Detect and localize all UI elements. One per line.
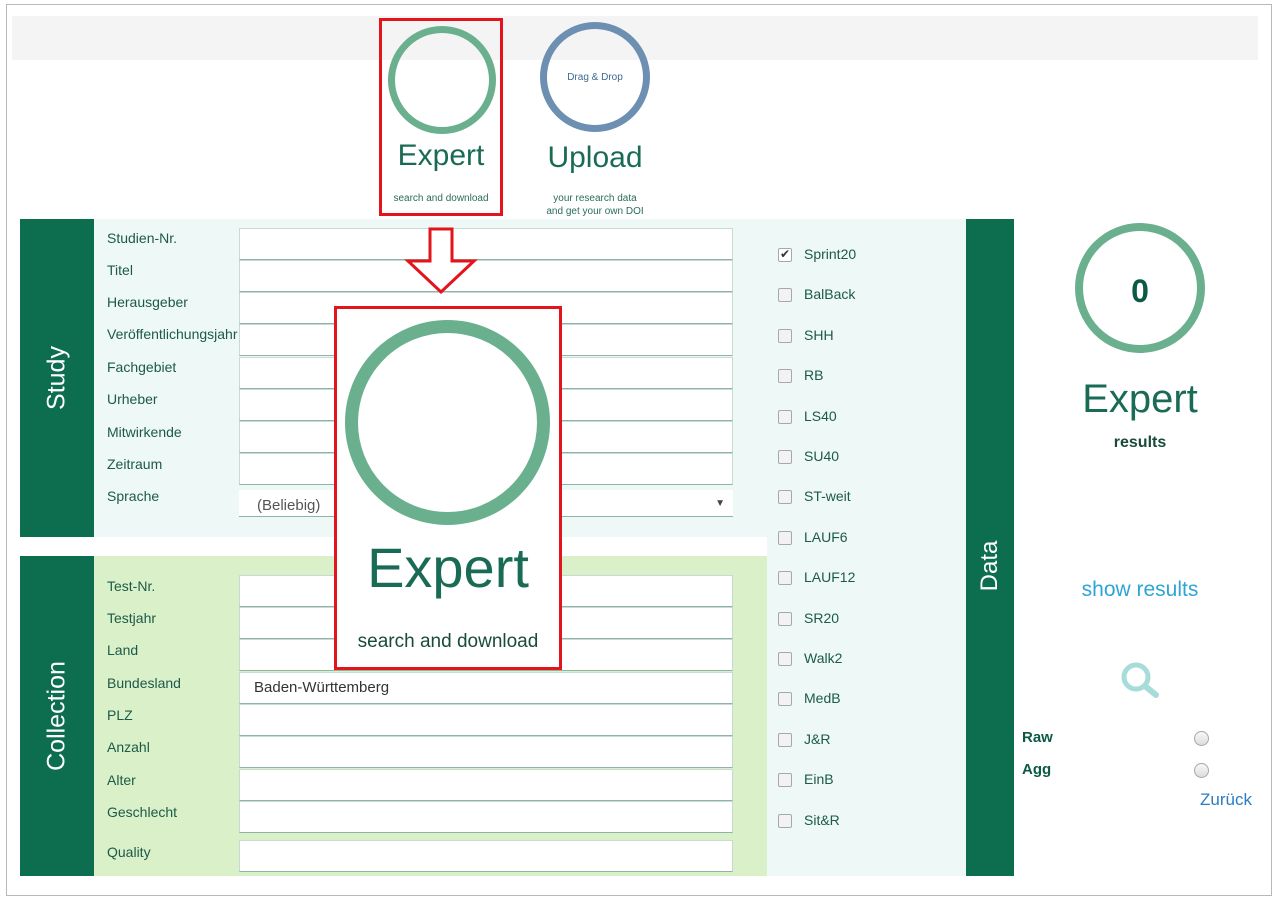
results-title: Expert (1082, 377, 1198, 421)
field-label-land: Land (107, 642, 139, 658)
field-label-anzahl: Anzahl (107, 739, 150, 755)
sprache-selected-value: (Beliebig) (257, 497, 321, 514)
expert-zoom-title: Expert (367, 536, 529, 599)
field-label-fachgebiet: Fachgebiet (107, 359, 177, 375)
collection-tab: Collection (20, 556, 94, 876)
field-label-alter: Alter (107, 772, 136, 788)
test-checkbox[interactable] (778, 410, 792, 424)
bundesland-input[interactable]: Baden-Württemberg (239, 672, 733, 704)
test-label: LAUF12 (804, 569, 856, 585)
test-checkbox[interactable] (778, 247, 792, 262)
agg-label: Agg (1022, 761, 1052, 778)
field-label-herausgeber: Herausgeber (107, 294, 188, 310)
raw-label: Raw (1022, 729, 1053, 746)
field-label-test-nr: Test-Nr. (107, 578, 156, 594)
search-icon[interactable] (1118, 660, 1164, 700)
test-label: Sit&R (804, 812, 840, 828)
test-checkbox[interactable] (778, 288, 792, 302)
chevron-down-icon: ▼ (715, 498, 725, 509)
expert-zoom-callout: Expert search and download (334, 306, 562, 670)
field-label-quality: Quality (107, 844, 151, 860)
expert-zoom-subtitle: search and download (357, 631, 539, 652)
test-label: EinB (804, 771, 834, 787)
field-label-urheber: Urheber (107, 391, 158, 407)
show-results-link[interactable]: show results (1060, 578, 1220, 602)
agg-format-option[interactable]: Agg (1022, 761, 1222, 783)
test-checkbox[interactable] (778, 450, 792, 464)
test-checkbox[interactable] (778, 652, 792, 666)
back-link[interactable]: Zurück (1200, 790, 1252, 810)
collection-tab-label: Collection (42, 661, 71, 771)
field-label-geschlecht: Geschlecht (107, 804, 178, 820)
upload-subtitle-line1: your research data (553, 193, 637, 204)
test-label: Sprint20 (804, 246, 857, 262)
field-label-testjahr: Testjahr (107, 610, 157, 626)
upload-mode-button[interactable]: Drag & Drop Upload your research data an… (539, 22, 659, 222)
upload-title: Upload (547, 141, 643, 174)
studien-nr-input[interactable] (239, 228, 733, 260)
data-tab: Data (966, 219, 1014, 876)
test-label: SHH (804, 327, 834, 343)
test-label: SR20 (804, 610, 840, 626)
upload-subtitle: your research data and get your own DOI (535, 192, 655, 218)
data-panel (767, 219, 967, 876)
test-label: SU40 (804, 448, 840, 464)
test-checkbox[interactable] (778, 814, 792, 828)
raw-radio[interactable] (1194, 731, 1209, 746)
expert-zoom-ring-icon (345, 320, 550, 525)
test-checkbox[interactable] (778, 612, 792, 626)
results-subtitle: results (1113, 434, 1167, 451)
test-checkbox[interactable] (778, 571, 792, 585)
field-label-plz: PLZ (107, 707, 133, 723)
field-label-studien-nr: Studien-Nr. (107, 230, 178, 246)
test-label: BalBack (804, 286, 856, 302)
test-label: RB (804, 367, 824, 383)
arrow-down-icon (404, 227, 478, 294)
agg-radio[interactable] (1194, 763, 1209, 778)
results-count: 0 (1131, 273, 1149, 309)
test-label: LAUF6 (804, 529, 848, 545)
test-checkbox[interactable] (778, 773, 792, 787)
drag-drop-label: Drag & Drop (567, 72, 623, 83)
plz-input[interactable] (239, 704, 733, 736)
test-label: MedB (804, 690, 841, 706)
test-label: Walk2 (804, 650, 843, 666)
expert-ring-icon (388, 26, 496, 134)
test-checkbox[interactable] (778, 490, 792, 504)
field-label-sprache: Sprache (107, 488, 160, 504)
geschlecht-input[interactable] (239, 801, 733, 833)
test-label: LS40 (804, 408, 837, 424)
titel-input[interactable] (239, 260, 733, 292)
field-label-bundesland: Bundesland (107, 675, 181, 691)
results-count-ring: 0 (1075, 223, 1205, 353)
test-label: J&R (804, 731, 831, 747)
expert-title: Expert (397, 139, 485, 172)
raw-format-option[interactable]: Raw (1022, 729, 1222, 751)
field-label-zeitraum: Zeitraum (107, 456, 163, 472)
test-checkbox[interactable] (778, 531, 792, 545)
test-checkbox[interactable] (778, 329, 792, 343)
upload-ring-icon: Drag & Drop (540, 22, 650, 132)
anzahl-input[interactable] (239, 736, 733, 768)
expert-mode-button[interactable]: Expert search and download (379, 18, 503, 216)
test-checkbox[interactable] (778, 733, 792, 747)
field-label-veroeffentlichungsjahr: Veröffentlichungsjahr (107, 326, 238, 342)
test-label: ST-weit (804, 488, 851, 504)
quality-input[interactable] (239, 840, 733, 872)
data-tab-label: Data (976, 540, 1003, 592)
field-label-mitwirkende: Mitwirkende (107, 424, 182, 440)
field-label-titel: Titel (107, 262, 133, 278)
alter-input[interactable] (239, 769, 733, 801)
upload-subtitle-line2: and get your own DOI (546, 206, 644, 217)
study-tab: Study (20, 219, 94, 537)
test-checkbox[interactable] (778, 692, 792, 706)
study-tab-label: Study (42, 346, 71, 410)
expert-subtitle: search and download (393, 193, 489, 204)
test-checkbox[interactable] (778, 369, 792, 383)
